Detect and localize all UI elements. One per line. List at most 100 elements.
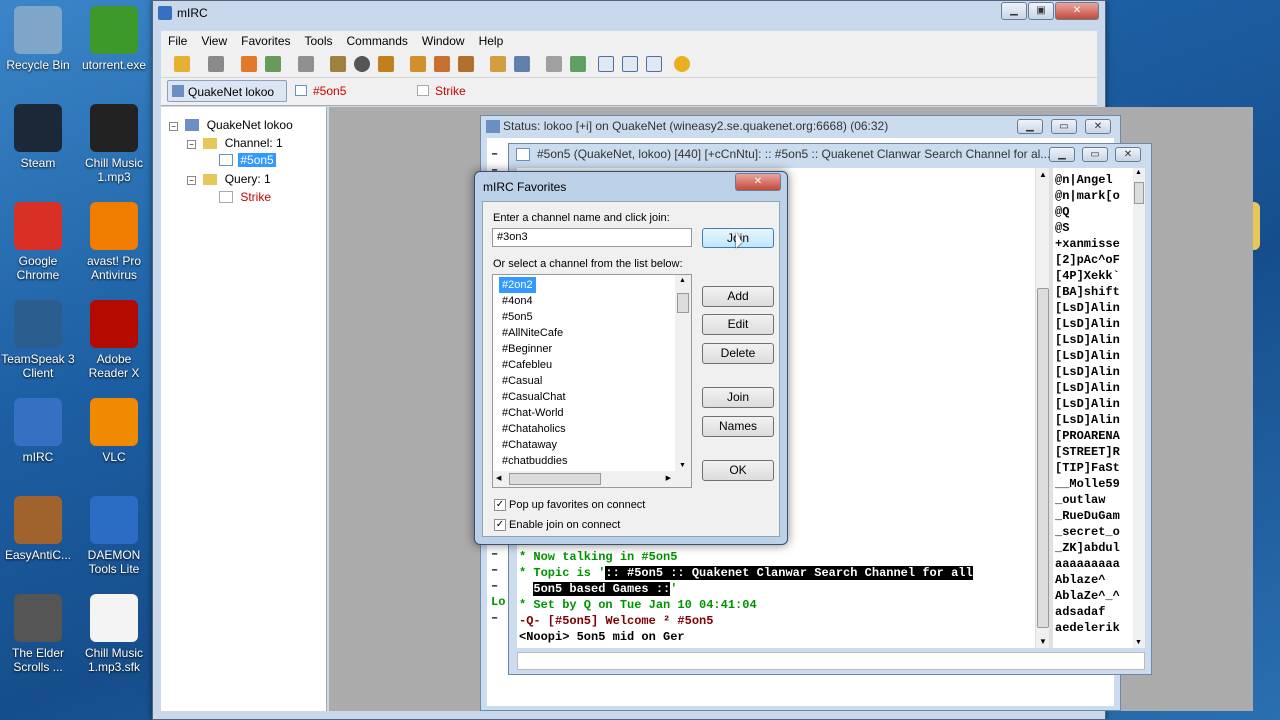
channel-maximize-button[interactable]: ▭ (1082, 147, 1108, 162)
menu-commands[interactable]: Commands (340, 31, 415, 51)
colors-icon[interactable] (378, 56, 394, 72)
add-button[interactable]: Add (702, 286, 774, 307)
chat-icon[interactable] (434, 56, 450, 72)
channel-close-button[interactable]: ✕ (1115, 147, 1141, 162)
tree-channel-group[interactable]: − Channel: 1 (187, 136, 283, 150)
nick-scroll-down-icon[interactable]: ▼ (1135, 639, 1142, 646)
enable-join-checkbox[interactable]: ✓ (494, 519, 506, 531)
nick-item[interactable]: [TIP]FaSt (1055, 460, 1120, 476)
tree-network[interactable]: − QuakeNet lokoo (169, 118, 293, 132)
desktop-icon[interactable]: The Elder Scrolls ... (0, 594, 76, 674)
options-icon[interactable] (208, 56, 224, 72)
menu-view[interactable]: View (194, 31, 234, 51)
help-icon[interactable] (674, 56, 690, 72)
menu-help[interactable]: Help (472, 31, 511, 51)
maximize-button[interactable]: ▣ (1028, 2, 1054, 20)
popup-favorites-checkbox[interactable]: ✓ (494, 499, 506, 511)
tree-query-item[interactable]: Strike (219, 190, 271, 204)
channel-list-item[interactable]: #2on2 (499, 277, 536, 293)
nick-item[interactable]: @n|Angel (1055, 172, 1120, 188)
ok-button[interactable]: OK (702, 460, 774, 481)
mirc-title-bar[interactable]: mIRC (153, 1, 1105, 25)
address-book-icon[interactable] (330, 56, 346, 72)
channel-list-item[interactable]: #4on4 (499, 293, 536, 309)
menu-tools[interactable]: Tools (298, 31, 340, 51)
channel-list-item[interactable]: #Casual (499, 373, 545, 389)
channel-list-item[interactable]: #Chat-World (499, 405, 567, 421)
channel-scrollbar[interactable]: ▲ ▼ (1035, 168, 1049, 648)
desktop-icon[interactable]: TeamSpeak 3 Client (0, 300, 76, 380)
nick-item[interactable]: [LsD]Alin (1055, 316, 1120, 332)
names-button[interactable]: Names (702, 416, 774, 437)
cascade-icon[interactable] (646, 56, 662, 72)
desktop-icon[interactable]: utorrent.exe (76, 6, 152, 72)
nick-item[interactable]: aaaaaaaaa (1055, 556, 1120, 572)
scroll-up-icon[interactable]: ▲ (1039, 170, 1047, 179)
desktop-icon[interactable]: VLC (76, 398, 152, 464)
channel-window-title[interactable]: #5on5 (QuakeNet, lokoo) [440] [+cCnNtu]:… (537, 146, 1050, 162)
nick-scroll-thumb[interactable] (1134, 182, 1144, 204)
channel-list-item[interactable]: #5on5 (499, 309, 536, 325)
nick-item[interactable]: [LsD]Alin (1055, 300, 1120, 316)
timer-icon[interactable] (354, 56, 370, 72)
channel-list-item[interactable]: #chatbuddies (499, 453, 570, 469)
channel-editbox[interactable] (517, 652, 1145, 670)
nick-scroll-up-icon[interactable]: ▲ (1135, 169, 1142, 176)
menu-favorites[interactable]: Favorites (234, 31, 297, 51)
nick-item[interactable]: [4P]Xekk` (1055, 268, 1120, 284)
switch-query-button[interactable]: Strike (415, 80, 525, 102)
urls-icon[interactable] (514, 56, 530, 72)
tile-horizontal-icon[interactable] (598, 56, 614, 72)
status-minimize-button[interactable]: ▁ (1017, 119, 1043, 134)
desktop-icon[interactable]: mIRC (0, 398, 76, 464)
hscroll-left-icon[interactable]: ◀ (496, 474, 501, 482)
listbox-vscroll[interactable]: ▲ ▼ (675, 275, 691, 471)
nick-item[interactable]: adsadaf (1055, 604, 1120, 620)
delete-button[interactable]: Delete (702, 343, 774, 364)
nick-item[interactable]: @n|mark[o (1055, 188, 1120, 204)
list-scroll-down-icon[interactable]: ▼ (679, 462, 686, 469)
desktop-icon[interactable]: Recycle Bin (0, 6, 76, 72)
tree-query-group[interactable]: − Query: 1 (187, 172, 271, 186)
desktop-icon[interactable]: EasyAntiC... (0, 496, 76, 562)
connect-icon[interactable] (174, 56, 190, 72)
channel-list-item[interactable]: #AllNiteCafe (499, 325, 566, 341)
nick-item[interactable]: __Molle59 (1055, 476, 1120, 492)
received-icon[interactable] (570, 56, 586, 72)
dialog-close-button[interactable]: ✕ (735, 173, 781, 191)
send-file-icon[interactable] (410, 56, 426, 72)
tile-vertical-icon[interactable] (622, 56, 638, 72)
nick-item[interactable]: _secret_o (1055, 524, 1120, 540)
edit-button[interactable]: Edit (702, 314, 774, 335)
favorites-icon[interactable] (241, 56, 257, 72)
scripts-editor-icon[interactable] (298, 56, 314, 72)
desktop-icon[interactable]: Chill Music 1.mp3 (76, 104, 152, 184)
scroll-down-icon[interactable]: ▼ (1039, 637, 1047, 646)
nick-item[interactable]: Ablaze^ (1055, 572, 1120, 588)
tree-channel-item[interactable]: #5on5 (219, 153, 276, 167)
minimize-button[interactable]: ▁ (1001, 2, 1027, 20)
switch-status-button[interactable]: QuakeNet lokoo (167, 80, 287, 102)
channel-list-icon[interactable] (265, 56, 281, 72)
list-scroll-thumb[interactable] (677, 293, 689, 313)
channel-list-item[interactable]: #Cafebleu (499, 357, 555, 373)
nicklist-scrollbar[interactable]: ▲ ▼ (1133, 168, 1145, 648)
status-window-title[interactable]: Status: lokoo [+i] on QuakeNet (wineasy2… (503, 118, 888, 134)
status-maximize-button[interactable]: ▭ (1051, 119, 1077, 134)
nick-item[interactable]: _RueDuGam (1055, 508, 1120, 524)
desktop-icon[interactable]: Google Chrome (0, 202, 76, 282)
hscroll-right-icon[interactable]: ▶ (666, 474, 671, 482)
channel-minimize-button[interactable]: ▁ (1049, 147, 1075, 162)
channel-list-item[interactable]: #Chataholics (499, 421, 569, 437)
favorites-dialog-title[interactable]: mIRC Favorites (483, 180, 566, 194)
switch-channel-button[interactable]: #5on5 (293, 80, 403, 102)
dcc-icon[interactable] (458, 56, 474, 72)
menu-window[interactable]: Window (415, 31, 472, 51)
scroll-thumb[interactable] (1037, 288, 1049, 628)
nick-item[interactable]: @S (1055, 220, 1120, 236)
nick-item[interactable]: [LsD]Alin (1055, 348, 1120, 364)
channel-list-item[interactable]: #Beginner (499, 341, 555, 357)
hscroll-thumb[interactable] (509, 473, 601, 485)
channel-list-item[interactable]: #Chataway (499, 437, 560, 453)
nick-item[interactable]: [LsD]Alin (1055, 380, 1120, 396)
